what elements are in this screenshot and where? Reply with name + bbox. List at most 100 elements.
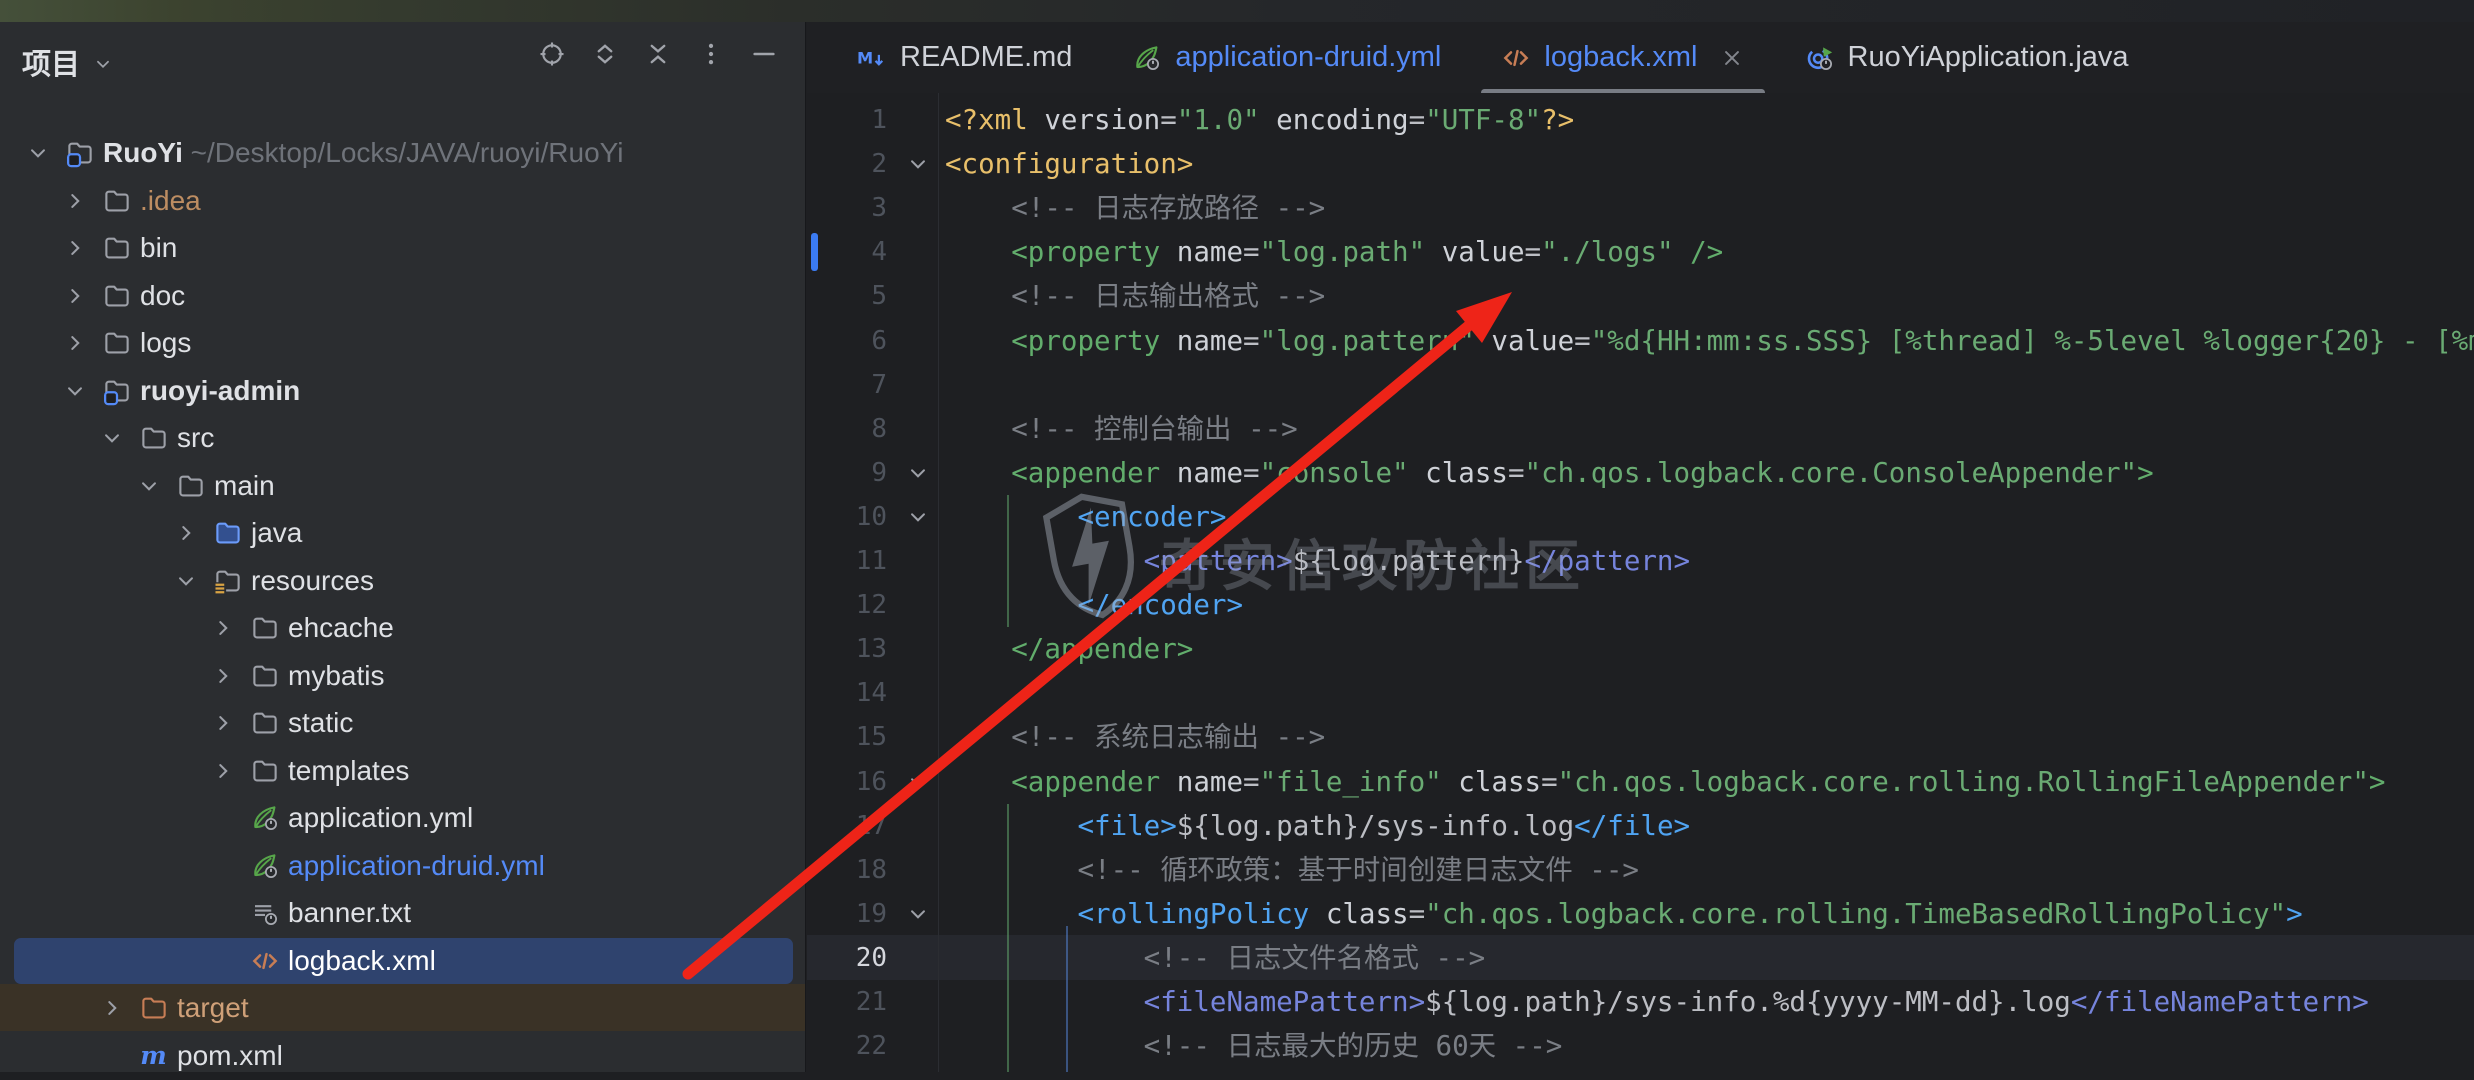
code-line-18[interactable]: 18 <!-- 循环政策：基于时间创建日志文件 --> [807, 848, 2474, 892]
spring-boot-run-icon [1805, 43, 1835, 73]
fold-chevron-down-icon[interactable] [905, 504, 931, 530]
chevron-right-icon[interactable] [210, 710, 236, 736]
code-line-16[interactable]: 16 <appender name="file_info" class="ch.… [807, 760, 2474, 804]
chevron-right-icon[interactable] [173, 520, 199, 546]
fold-chevron-down-icon[interactable] [905, 901, 931, 927]
line-number: 18 [807, 848, 887, 892]
tab-RuoYiApplication.java[interactable]: RuoYiApplication.java [1775, 22, 2159, 93]
chevron-down-icon[interactable] [99, 425, 125, 451]
chevron-right-icon[interactable] [210, 615, 236, 641]
fold-chevron-down-icon[interactable] [905, 460, 931, 486]
tab-application-druid.yml[interactable]: application-druid.yml [1102, 22, 1471, 93]
code-line-6[interactable]: 6 <property name="log.pattern" value="%d… [807, 319, 2474, 363]
code-line-10[interactable]: 10 <encoder> [807, 495, 2474, 539]
chevron-right-icon[interactable] [62, 188, 88, 214]
code-line-22[interactable]: 22 <!-- 日志最大的历史 60天 --> [807, 1024, 2474, 1068]
chevron-down-icon[interactable] [136, 473, 162, 499]
close-icon[interactable] [1719, 45, 1745, 71]
tree-item-pom.xml[interactable]: mpom.xml [0, 1032, 805, 1079]
expand-all-button[interactable] [590, 39, 620, 69]
code-line-11[interactable]: 11 <pattern>${log.pattern}</pattern> [807, 539, 2474, 583]
code-text: <rollingPolicy class="ch.qos.logback.cor… [945, 892, 2303, 936]
code-text: <fileNamePattern>${log.path}/sys-info.%d… [945, 980, 2369, 1024]
chevron-down-icon[interactable] [173, 568, 199, 594]
code-line-5[interactable]: 5 <!-- 日志输出格式 --> [807, 274, 2474, 318]
line-number: 19 [807, 892, 887, 936]
code-line-7[interactable]: 7 [807, 363, 2474, 407]
xml-file-icon [250, 946, 280, 976]
editor[interactable]: 奇安信攻防社区 1<?xml version="1.0" encoding="U… [807, 93, 2474, 1072]
tree-item-static[interactable]: static [0, 699, 805, 746]
code-line-9[interactable]: 9 <appender name="console" class="ch.qos… [807, 451, 2474, 495]
chevron-right-icon[interactable] [62, 330, 88, 356]
code-line-17[interactable]: 17 <file>${log.path}/sys-info.log</file> [807, 804, 2474, 848]
chevron-down-icon[interactable] [62, 378, 88, 404]
tree-item-main[interactable]: main [0, 462, 805, 509]
tree-item-ruoyi-admin[interactable]: ruoyi-admin [0, 367, 805, 414]
tree-item-.idea[interactable]: .idea [0, 177, 805, 224]
code-line-4[interactable]: 4 <property name="log.path" value="./log… [807, 230, 2474, 274]
tree-item-application-druid.yml[interactable]: application-druid.yml [0, 842, 805, 889]
resources-folder-icon [213, 566, 243, 596]
project-view-selector[interactable]: 项目 [22, 38, 114, 86]
tree-item-src[interactable]: src [0, 414, 805, 461]
more-icon [696, 39, 726, 69]
tab-logback.xml[interactable]: logback.xml [1471, 22, 1774, 93]
tree-item-logback.xml[interactable]: logback.xml [0, 937, 805, 984]
code-line-20[interactable]: 20 <!-- 日志文件名格式 --> [807, 936, 2474, 980]
more-options-button[interactable] [696, 39, 726, 69]
chevron-right-icon[interactable] [99, 995, 125, 1021]
tab-README.md[interactable]: MREADME.md [827, 22, 1102, 93]
code-line-15[interactable]: 15 <!-- 系统日志输出 --> [807, 715, 2474, 759]
tree-item-logs[interactable]: logs [0, 319, 805, 366]
code-line-3[interactable]: 3 <!-- 日志存放路径 --> [807, 186, 2474, 230]
hide-panel-button[interactable] [749, 39, 779, 69]
chevron-down-icon [92, 53, 114, 75]
tree-item-doc[interactable]: doc [0, 272, 805, 319]
chevron-right-icon[interactable] [62, 283, 88, 309]
editor-tab-bar: MREADME.md application-druid.yml logback.x… [807, 22, 2474, 93]
chevron-right-icon[interactable] [62, 235, 88, 261]
tree-item-resources[interactable]: resources [0, 557, 805, 604]
code-line-1[interactable]: 1<?xml version="1.0" encoding="UTF-8"?> [807, 98, 2474, 142]
code-line-14[interactable]: 14 [807, 671, 2474, 715]
line-number: 17 [807, 804, 887, 848]
project-path: ~/Desktop/Locks/JAVA/ruoyi/RuoYi [183, 137, 624, 168]
tree-item-templates[interactable]: templates [0, 747, 805, 794]
fold-chevron-down-icon[interactable] [905, 151, 931, 177]
chevron-down-icon[interactable] [25, 140, 51, 166]
code-text: </encoder> [945, 583, 1243, 627]
tree-item-application.yml[interactable]: application.yml [0, 794, 805, 841]
tree-item-mybatis[interactable]: mybatis [0, 652, 805, 699]
code-text: <!-- 循环政策：基于时间创建日志文件 --> [945, 848, 1639, 892]
tree-item-java[interactable]: java [0, 509, 805, 556]
line-number: 3 [807, 186, 887, 230]
chevron-right-icon[interactable] [210, 758, 236, 784]
collapse-all-button[interactable] [643, 39, 673, 69]
locate-button[interactable] [537, 39, 567, 69]
tree-item-label: application.yml [288, 794, 473, 841]
tree-item-label: .idea [140, 177, 201, 224]
tree-item-bin[interactable]: bin [0, 224, 805, 271]
code-line-13[interactable]: 13 </appender> [807, 627, 2474, 671]
code-text: <!-- 日志最大的历史 60天 --> [945, 1024, 1562, 1068]
panel-title: 项目 [22, 41, 80, 83]
line-number: 1 [807, 98, 887, 142]
fold-chevron-down-icon[interactable] [905, 769, 931, 795]
tab-label: application-druid.yml [1175, 41, 1441, 74]
tree-item-target[interactable]: target [0, 984, 805, 1031]
tree-item-banner.txt[interactable]: banner.txt [0, 889, 805, 936]
tree-item-label: src [177, 414, 214, 461]
code-line-2[interactable]: 2<configuration> [807, 142, 2474, 186]
code-line-8[interactable]: 8 <!-- 控制台输出 --> [807, 407, 2474, 451]
code-line-12[interactable]: 12 </encoder> [807, 583, 2474, 627]
tree-item-RuoYi[interactable]: RuoYi ~/Desktop/Locks/JAVA/ruoyi/RuoYi [0, 129, 805, 176]
line-number: 13 [807, 627, 887, 671]
code-text: <!-- 日志存放路径 --> [945, 186, 1325, 230]
tree-item-ehcache[interactable]: ehcache [0, 604, 805, 651]
chevron-right-icon[interactable] [210, 663, 236, 689]
code-line-21[interactable]: 21 <fileNamePattern>${log.path}/sys-info… [807, 980, 2474, 1024]
code-line-19[interactable]: 19 <rollingPolicy class="ch.qos.logback.… [807, 892, 2474, 936]
code-text: <!-- 日志文件名格式 --> [945, 936, 1485, 980]
line-number: 4 [807, 230, 887, 274]
